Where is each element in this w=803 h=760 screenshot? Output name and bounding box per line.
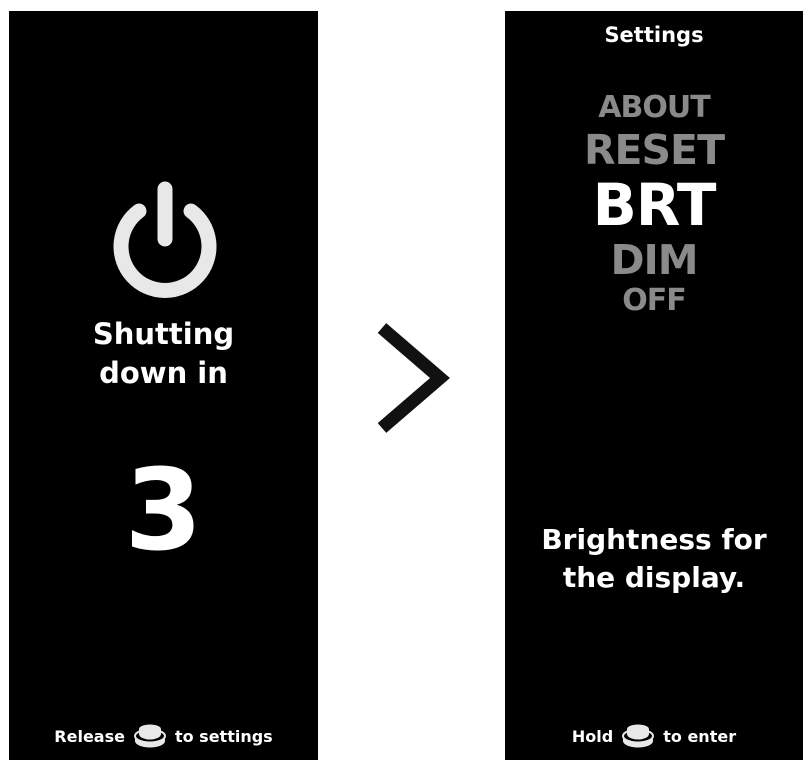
settings-footer-hint: Hold to enter xyxy=(505,722,803,750)
settings-screen: Settings ABOUT RESET BRT DIM OFF Brightn… xyxy=(505,11,803,760)
footer-hint-post: to settings xyxy=(174,726,273,746)
button-icon xyxy=(622,724,655,748)
chevron-right-icon xyxy=(377,323,450,433)
screen-title: Settings xyxy=(604,23,704,47)
button-icon xyxy=(133,724,166,748)
menu-item-off[interactable]: OFF xyxy=(505,283,803,319)
footer-hint-post: to enter xyxy=(663,726,737,746)
footer-hint-pre: Release xyxy=(54,726,125,746)
footer-hint-pre: Hold xyxy=(571,726,614,746)
stage: Shutting down in 3 Release to settings S… xyxy=(0,0,803,760)
settings-menu: ABOUT RESET BRT DIM OFF xyxy=(505,89,803,319)
setting-description: Brightness for the display. xyxy=(505,521,803,597)
description-line2: the display. xyxy=(562,561,746,594)
menu-item-reset[interactable]: RESET xyxy=(505,127,803,173)
shutdown-screen: Shutting down in 3 Release to settings xyxy=(9,11,318,760)
menu-item-about[interactable]: ABOUT xyxy=(505,89,803,127)
countdown-number: 3 xyxy=(124,446,203,576)
shutdown-label-line1: Shutting xyxy=(92,317,235,351)
menu-item-brt[interactable]: BRT xyxy=(505,173,803,237)
shutdown-label-line2: down in xyxy=(99,356,228,390)
shutdown-label: Shutting down in xyxy=(9,315,318,393)
power-icon xyxy=(113,181,217,298)
description-line1: Brightness for xyxy=(541,523,767,556)
shutdown-footer-hint: Release to settings xyxy=(9,722,318,750)
menu-item-dim[interactable]: DIM xyxy=(505,237,803,283)
